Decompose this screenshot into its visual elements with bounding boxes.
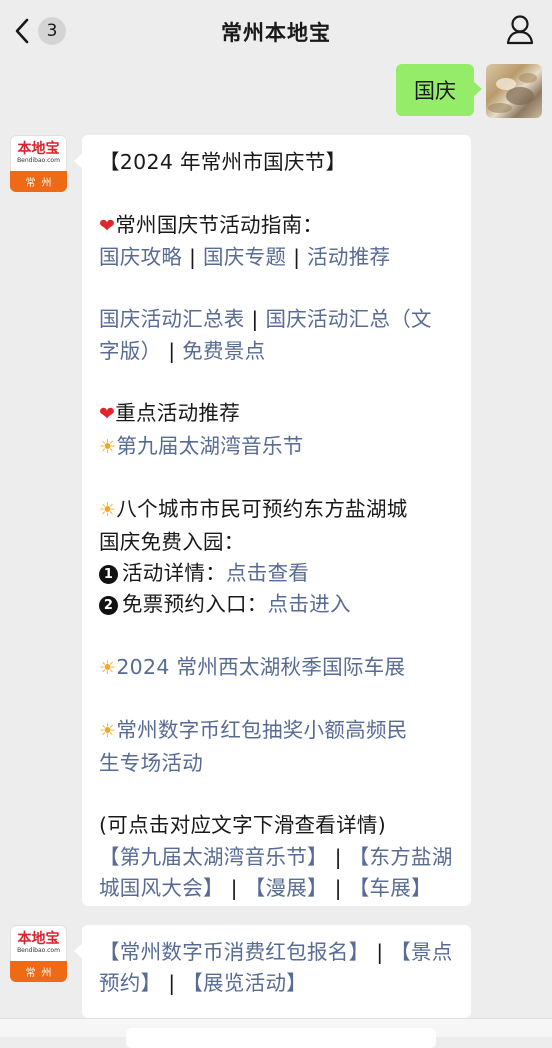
input-area <box>0 1018 552 1048</box>
link-bottom-guofeng-cont[interactable]: 城国风大会】 <box>99 876 224 900</box>
guide-heading: 常州国庆节活动指南： <box>115 212 324 237</box>
message-input[interactable] <box>126 1028 436 1048</box>
message-bubble-1: 【2024 年常州市国庆节】 ❤常州国庆节活动指南： 国庆攻略 | 国庆专题 |… <box>74 135 471 906</box>
link-red-packet[interactable]: 常州数字币红包抽奖小额高频民 <box>116 718 407 742</box>
heart-icon: ❤ <box>99 403 116 426</box>
link-bottom-guofeng[interactable]: 【东方盐湖 <box>349 845 453 869</box>
link-exhibition-activities[interactable]: 【展览活动】 <box>182 971 307 995</box>
link-national-day-topic[interactable]: 国庆专题 <box>203 245 286 269</box>
sun-icon: ☀ <box>99 720 117 743</box>
yancheng-text-cont: 国庆免费入园： <box>99 529 245 554</box>
number-2-icon: 2 <box>99 596 118 616</box>
logo-text: 本地宝 <box>17 931 60 947</box>
link-car-show[interactable]: 2024 常州西太湖秋季国际车展 <box>116 655 405 679</box>
logo-subtext: Bendibao.com <box>17 947 60 954</box>
heart-icon: ❤ <box>99 214 116 237</box>
my-message-row: 国庆 <box>396 64 542 118</box>
sender-avatar[interactable]: 本地宝 Bendibao.com 常州 <box>10 925 67 982</box>
link-view-details[interactable]: 点击查看 <box>226 561 309 585</box>
key-heading: 重点活动推荐 <box>115 401 241 426</box>
sun-icon: ☀ <box>99 656 117 679</box>
yancheng-text: 八个城市市民可预约东方盐湖城 <box>116 497 408 522</box>
logo-subtext: Bendibao.com <box>17 157 60 164</box>
message-bubble-2: 【常州数字币消费红包报名】 | 【景点 预约】 | 【展览活动】 <box>74 925 471 1018</box>
person-icon <box>506 15 534 49</box>
sun-icon: ☀ <box>99 499 117 522</box>
link-national-day-guide[interactable]: 国庆攻略 <box>99 245 182 269</box>
link-activity-recommend[interactable]: 活动推荐 <box>307 245 390 269</box>
logo-text: 本地宝 <box>17 141 60 157</box>
chat-title: 常州本地宝 <box>221 21 331 45</box>
sender-avatar[interactable]: 本地宝 Bendibao.com 常州 <box>10 135 67 192</box>
my-message-bubble[interactable]: 国庆 <box>396 64 482 116</box>
sun-icon: ☀ <box>99 435 117 458</box>
reserve-label: 免票预约入口： <box>122 592 268 617</box>
my-message-text: 国庆 <box>414 79 456 103</box>
link-activity-table[interactable]: 国庆活动汇总表 <box>99 307 245 331</box>
message-title: 【2024 年常州市国庆节】 <box>99 150 347 174</box>
my-avatar[interactable] <box>486 64 542 118</box>
link-music-festival[interactable]: 第九届太湖湾音乐节 <box>116 434 303 458</box>
link-red-packet-signup[interactable]: 【常州数字币消费红包报名】 <box>99 940 369 964</box>
link-attraction-reservation-cont[interactable]: 预约】 <box>99 971 161 995</box>
link-attraction-reservation[interactable]: 【景点 <box>390 940 452 964</box>
link-activity-summary-text-cont[interactable]: 字版） <box>99 339 161 363</box>
link-enter-reservation[interactable]: 点击进入 <box>268 592 351 616</box>
link-bottom-car-show[interactable]: 【车展】 <box>349 876 432 900</box>
profile-button[interactable] <box>506 15 534 49</box>
hint-text: (可点击对应文字下滑查看详情) <box>99 813 386 838</box>
link-bottom-music-festival[interactable]: 【第九届太湖湾音乐节】 <box>99 845 328 869</box>
detail-label: 活动详情： <box>122 560 226 585</box>
number-1-icon: 1 <box>99 565 118 584</box>
link-free-attractions[interactable]: 免费景点 <box>182 339 265 363</box>
logo-city: 常州 <box>10 171 67 192</box>
logo-city: 常州 <box>10 961 67 982</box>
link-red-packet-cont[interactable]: 生专场活动 <box>99 748 457 779</box>
link-bottom-comic-show[interactable]: 【漫展】 <box>245 876 328 900</box>
top-bar: 3 常州本地宝 <box>0 0 552 62</box>
link-activity-summary-text[interactable]: 国庆活动汇总（文 <box>265 307 431 331</box>
